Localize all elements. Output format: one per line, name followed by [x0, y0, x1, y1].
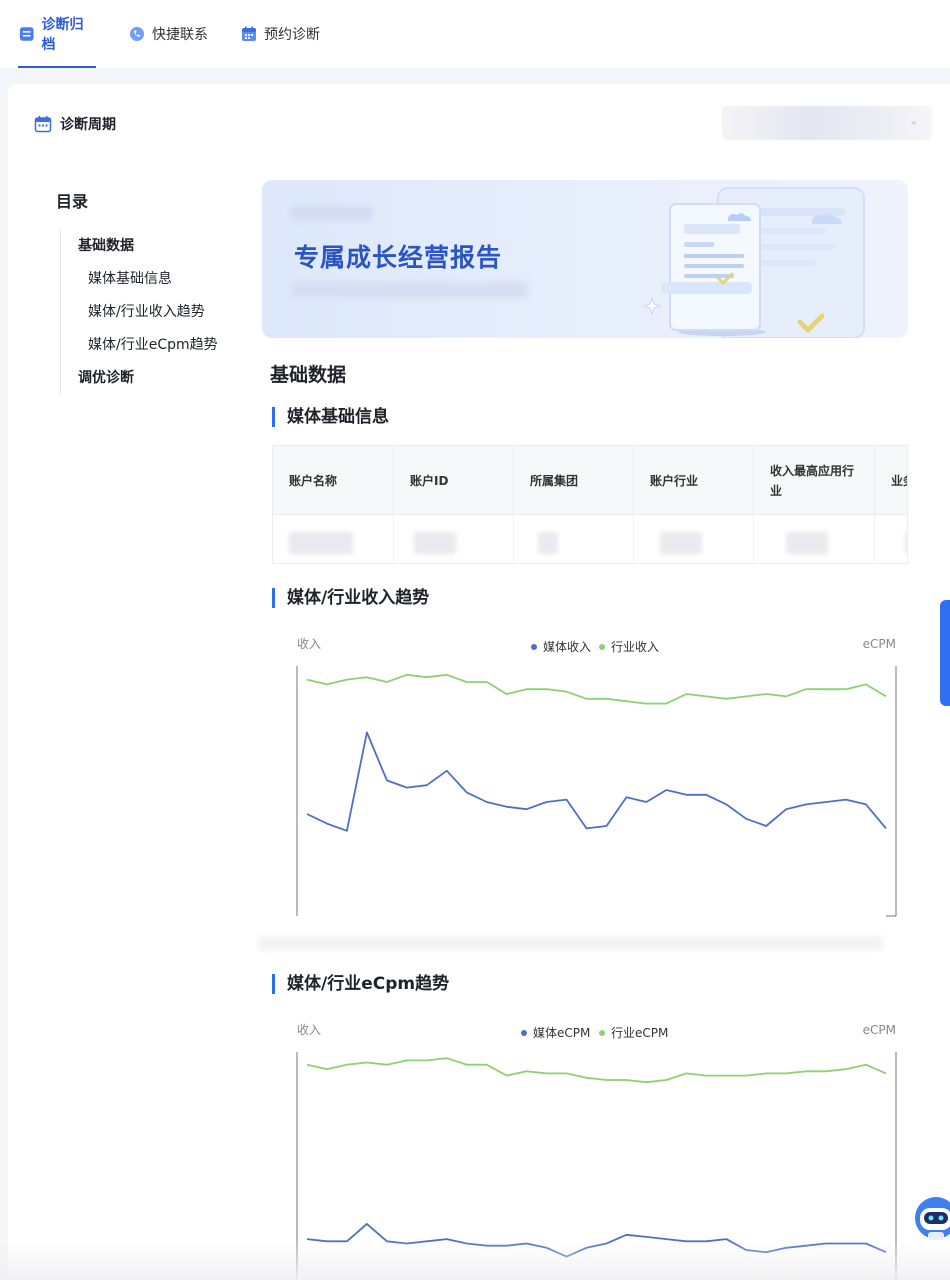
tab-label: 诊断归档	[41, 17, 84, 53]
diagnosis-period-label: 诊断周期	[34, 114, 116, 134]
table-cell	[754, 515, 875, 563]
tab-diagnosis-archive[interactable]: 诊断归档	[18, 0, 96, 68]
table-header-cell: 账户行业	[634, 446, 754, 515]
section-title-basic-data: 基础数据	[270, 364, 347, 386]
revenue-trend-chart: 收入 eCPM 媒体收入 行业收入	[272, 632, 908, 918]
series-line-1	[306, 1057, 887, 1084]
table-cell	[875, 515, 907, 563]
legend-label[interactable]: 媒体收入	[543, 640, 591, 654]
legend-marker	[599, 1030, 605, 1036]
legend-label[interactable]: 行业收入	[611, 640, 659, 654]
subsection-title-revenue-trend: 媒体/行业收入趋势	[272, 588, 429, 608]
table-header-cell: 业务	[875, 446, 907, 515]
legend-marker	[531, 644, 537, 650]
table-cell	[273, 515, 394, 563]
blurred-text	[292, 282, 528, 298]
left-axis-label: 收入	[297, 1023, 321, 1037]
revenue-trend-chart-svg: 收入 eCPM 媒体收入 行业收入	[296, 637, 897, 917]
report-card: 诊断周期 ⌄ 目录 基础数据 媒体基础信息 媒体/行业收入趋势 媒体/行业eCp…	[8, 84, 950, 1280]
media-info-table: 账户名称 账户ID 所属集团 账户行业 收入最高应用行业 业务	[272, 445, 908, 564]
subsection-title-ecpm-trend: 媒体/行业eCpm趋势	[272, 974, 449, 994]
report-banner: 专属成长经营报告	[262, 180, 908, 338]
legend-label[interactable]: 行业eCPM	[611, 1026, 668, 1040]
top-tab-bar: 诊断归档 快捷联系 预约诊断	[0, 0, 950, 68]
blurred-axis-labels	[258, 936, 882, 950]
legend-marker	[521, 1030, 527, 1036]
subsection-title-media-info: 媒体基础信息	[272, 407, 389, 427]
toc-item-basic-data[interactable]: 基础数据	[78, 230, 256, 263]
table-header-cell: 所属集团	[514, 446, 634, 515]
side-feedback-tab[interactable]	[940, 600, 950, 706]
period-select[interactable]: ⌄	[722, 106, 932, 140]
assistant-robot-icon[interactable]	[912, 1196, 950, 1246]
table-header-cell: 收入最高应用行业	[754, 446, 875, 515]
table-cell	[514, 515, 634, 563]
toc-item-tuning-diagnosis[interactable]: 调优诊断	[78, 362, 256, 395]
chevron-down-icon: ⌄	[909, 116, 918, 127]
table-header: 账户名称 账户ID 所属集团 账户行业 收入最高应用行业 业务	[273, 446, 907, 515]
legend-label[interactable]: 媒体eCPM	[533, 1026, 590, 1040]
table-header-cell: 账户名称	[273, 446, 394, 515]
table-header-cell: 账户ID	[394, 446, 514, 515]
right-axis-label: eCPM	[863, 1023, 896, 1037]
bottom-fade	[0, 1240, 950, 1280]
legend-marker	[599, 644, 605, 650]
toc-item-ecpm-trend[interactable]: 媒体/行业eCpm趋势	[78, 329, 256, 362]
tab-label: 快捷联系	[152, 27, 208, 43]
series-line-0	[306, 731, 887, 832]
tab-book-diagnosis[interactable]: 预约诊断	[240, 0, 322, 68]
table-row	[273, 515, 907, 563]
toc-list: 基础数据 媒体基础信息 媒体/行业收入趋势 媒体/行业eCpm趋势 调优诊断	[60, 230, 256, 395]
left-axis-label: 收入	[297, 637, 321, 651]
banner-title: 专属成长经营报告	[294, 243, 503, 272]
toc-item-media-info[interactable]: 媒体基础信息	[78, 263, 256, 296]
table-of-contents: 目录 基础数据 媒体基础信息 媒体/行业收入趋势 媒体/行业eCpm趋势 调优诊…	[56, 188, 256, 395]
toc-item-revenue-trend[interactable]: 媒体/行业收入趋势	[78, 296, 256, 329]
contact-icon	[130, 27, 144, 41]
series-line-1	[306, 673, 887, 705]
period-label: 诊断周期	[60, 117, 116, 133]
blurred-text	[290, 206, 372, 220]
tab-label: 预约诊断	[264, 27, 320, 43]
toc-title: 目录	[56, 192, 89, 211]
right-axis-label: eCPM	[863, 637, 896, 651]
table-cell	[634, 515, 754, 563]
report-illustration-icon	[642, 187, 865, 338]
calendar-icon	[34, 116, 52, 133]
archive-icon	[19, 27, 34, 41]
calendar-icon	[242, 26, 256, 41]
tab-quick-contact[interactable]: 快捷联系	[128, 0, 210, 68]
table-cell	[394, 515, 514, 563]
